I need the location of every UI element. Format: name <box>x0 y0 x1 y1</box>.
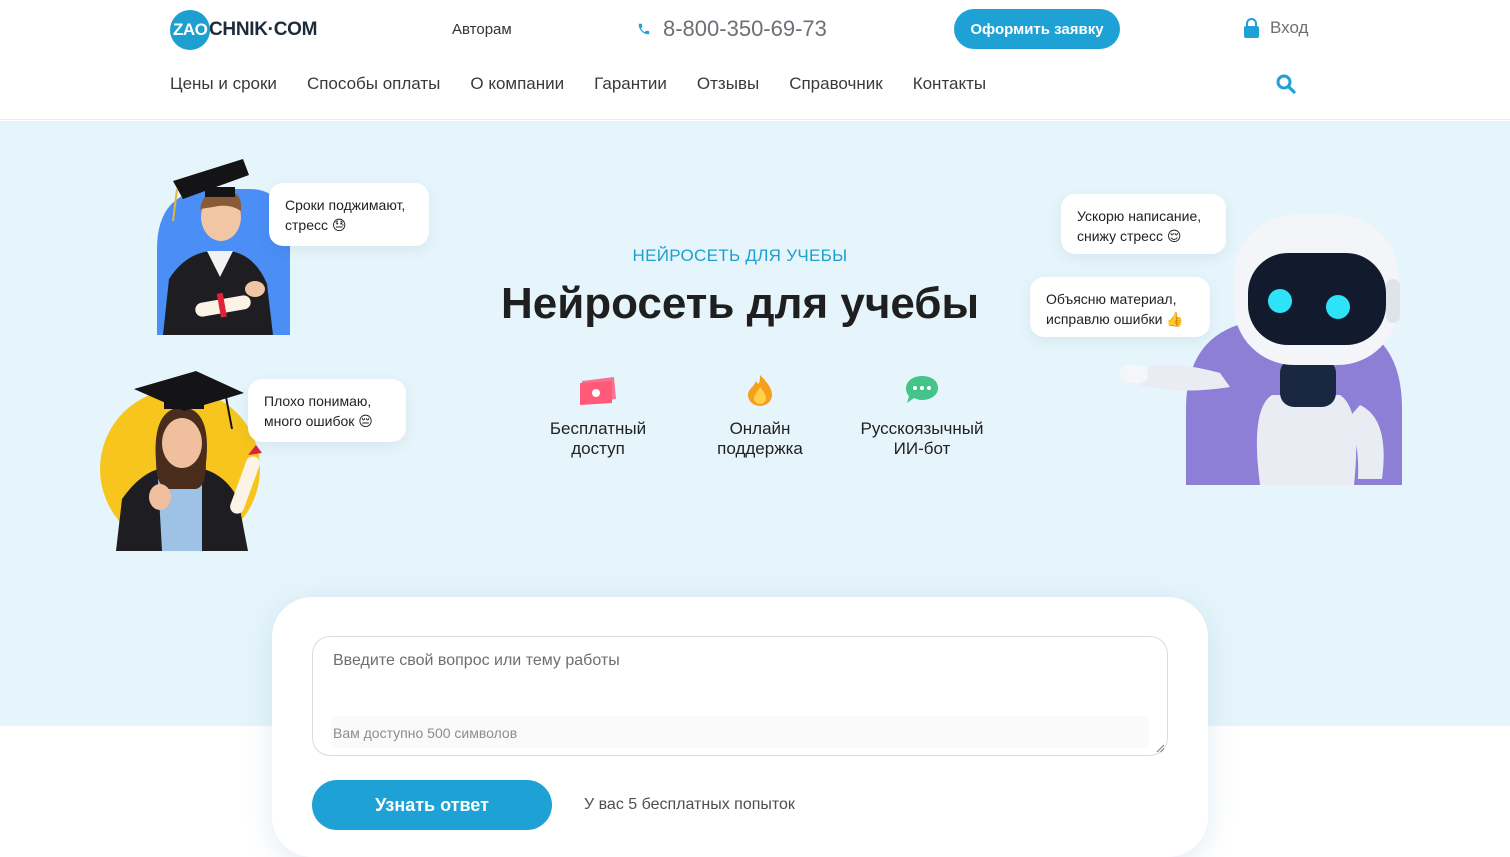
student-boy-speech-bubble: Сроки поджимают, стресс 😓 <box>269 183 429 246</box>
login-label: Вход <box>1270 18 1309 37</box>
character-limit-hint: Вам доступно 500 символов <box>331 716 1149 748</box>
site-logo[interactable]: ZAO CHNIK·COM <box>170 10 317 50</box>
robot-speech-bubble-top: Ускорю написание, снижу стресс 😌 <box>1061 194 1226 254</box>
feature-russian-ai-bot: Русскоязычный ИИ-бот <box>841 373 1003 459</box>
site-header: ZAO CHNIK·COM Авторам 8-800-350-69-73 Оф… <box>0 0 1510 120</box>
logo-badge: ZAO <box>170 10 210 50</box>
question-form-card: Введите свой вопрос или тему работы Вам … <box>272 597 1208 857</box>
feature-free-access: Бесплатный доступ <box>517 373 679 459</box>
free-attempts-text: У вас 5 бесплатных попыток <box>584 796 795 813</box>
logo-text: CHNIK·COM <box>209 19 318 40</box>
nav-item-guarantees[interactable]: Гарантии <box>594 74 667 94</box>
money-icon <box>580 377 616 405</box>
nav-item-prices[interactable]: Цены и сроки <box>170 74 277 94</box>
nav-item-contacts[interactable]: Контакты <box>913 74 986 94</box>
feature-online-support: Онлайн поддержка <box>679 373 841 459</box>
resize-handle-icon[interactable] <box>1156 744 1165 753</box>
robot-speech-bubble-middle: Объясню материал, исправлю ошибки 👍 <box>1030 277 1210 337</box>
lock-icon <box>1244 18 1259 38</box>
nav-item-reference[interactable]: Справочник <box>789 74 883 94</box>
phone-icon <box>638 23 650 35</box>
phone-link[interactable]: 8-800-350-69-73 <box>637 16 827 42</box>
authors-link[interactable]: Авторам <box>452 21 512 38</box>
get-answer-button[interactable]: Узнать ответ <box>312 780 552 830</box>
main-nav: Цены и сроки Способы оплаты О компании Г… <box>170 74 986 94</box>
features-list: Бесплатный доступ Онлайн поддержка Русск… <box>517 373 1003 459</box>
login-link[interactable]: Вход <box>1243 18 1308 38</box>
question-input-placeholder: Введите свой вопрос или тему работы <box>333 652 620 669</box>
fire-icon <box>748 375 772 406</box>
question-input[interactable]: Введите свой вопрос или тему работы Вам … <box>312 636 1168 756</box>
nav-item-about[interactable]: О компании <box>470 74 564 94</box>
student-girl-speech-bubble: Плохо понимаю, много ошибок 😔 <box>248 379 406 442</box>
chat-icon <box>906 376 938 403</box>
order-button[interactable]: Оформить заявку <box>954 9 1120 49</box>
nav-item-reviews[interactable]: Отзывы <box>697 74 759 94</box>
search-icon[interactable] <box>1276 74 1296 94</box>
phone-number: 8-800-350-69-73 <box>663 16 827 41</box>
nav-item-payment[interactable]: Способы оплаты <box>307 74 440 94</box>
